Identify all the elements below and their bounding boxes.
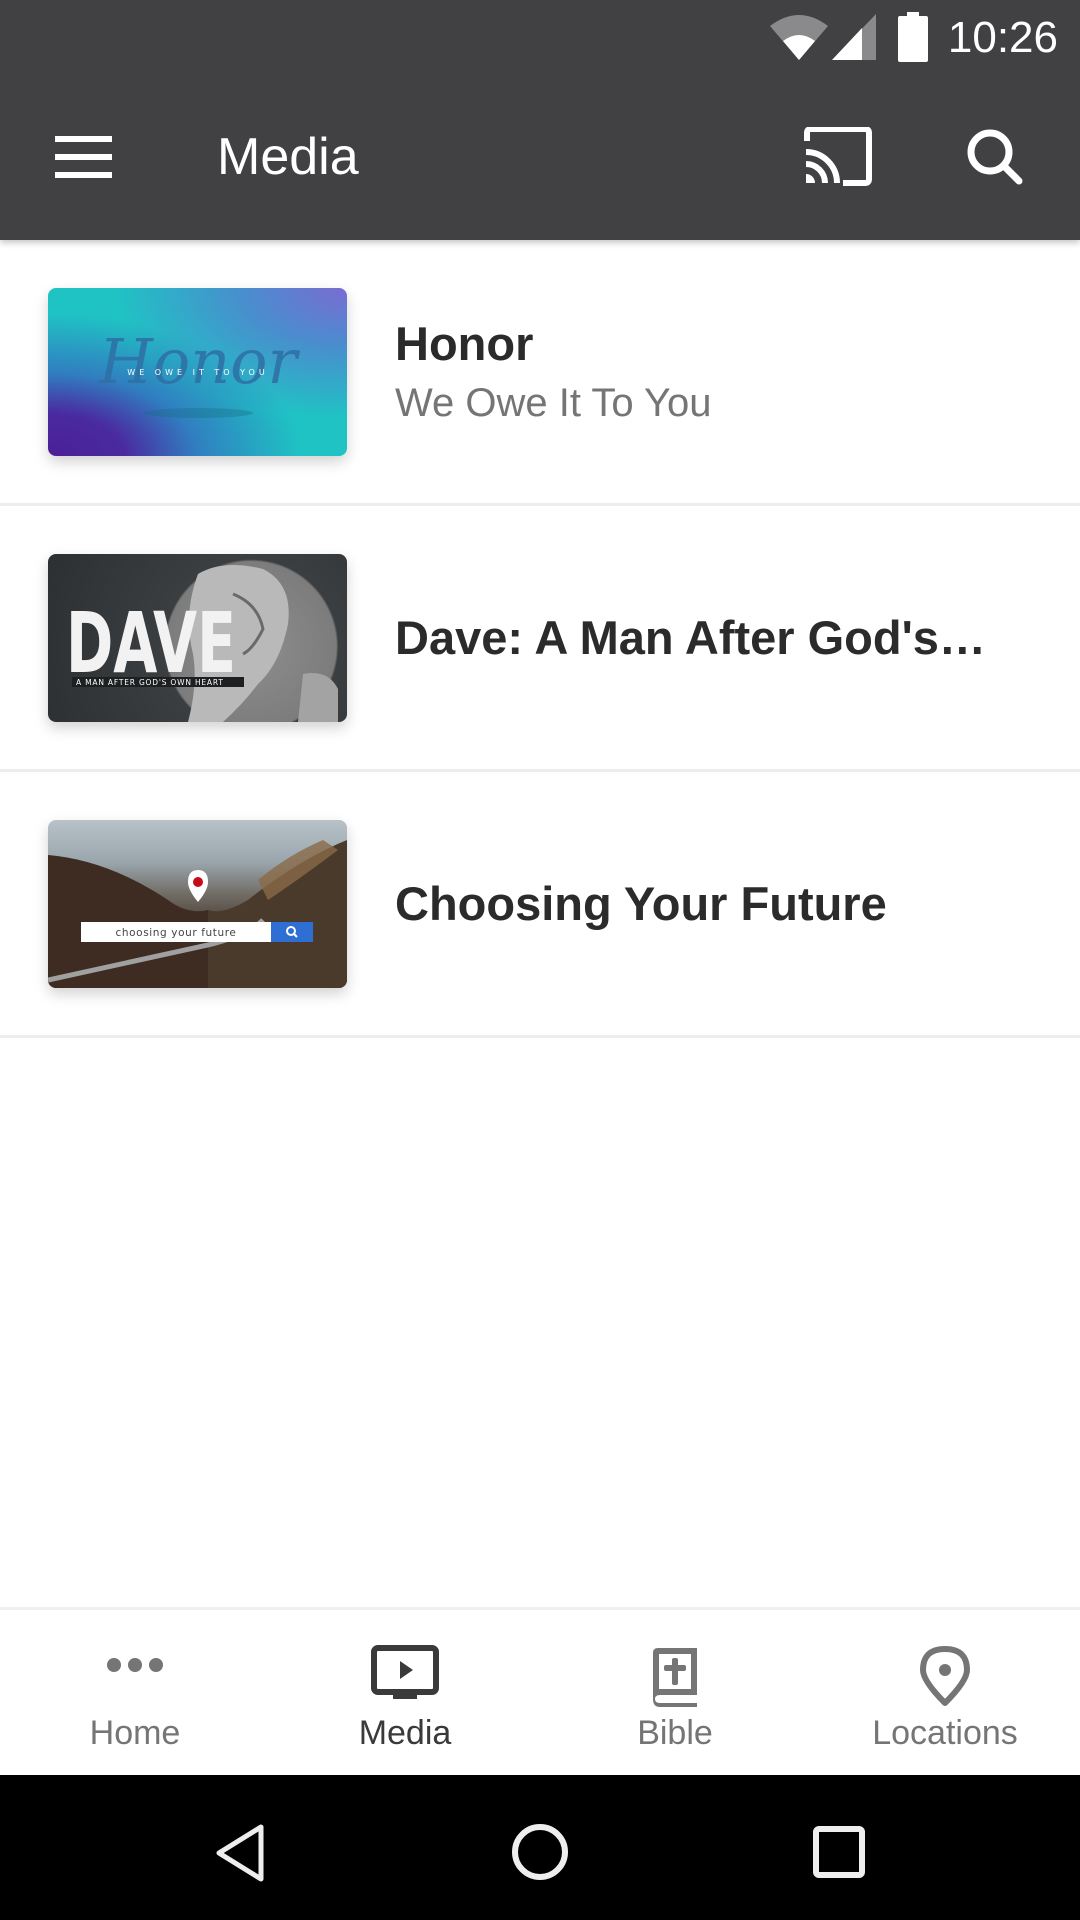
location-pin-icon	[920, 1646, 970, 1706]
hamburger-menu-icon[interactable]	[55, 136, 112, 178]
bottom-navigation: Home Media Bible Locations	[0, 1607, 1080, 1778]
media-thumbnail: Honor WE OWE IT TO YOU	[48, 288, 347, 456]
status-bar: 10:26	[0, 0, 1080, 75]
bible-icon	[653, 1648, 697, 1707]
battery-icon	[898, 12, 928, 62]
nav-item-media[interactable]: Media	[270, 1610, 540, 1778]
media-thumbnail: DAVE A MAN AFTER GOD'S OWN HEART	[48, 554, 347, 722]
thumbnail-search-text: choosing your future	[116, 927, 237, 939]
media-list-item-choosing-your-future[interactable]: choosing your future Choosing Your Futur…	[0, 772, 1080, 1038]
nav-item-locations[interactable]: Locations	[810, 1610, 1080, 1778]
media-list-item-honor[interactable]: Honor WE OWE IT TO YOU Honor We Owe It T…	[0, 240, 1080, 506]
media-title: Choosing Your Future	[395, 876, 887, 930]
back-icon[interactable]	[213, 1823, 265, 1883]
more-dots-icon	[107, 1658, 163, 1672]
cast-icon	[804, 126, 872, 186]
app-bar: 10:26 Media	[0, 0, 1080, 240]
media-title: Dave: A Man After God's…	[395, 610, 986, 664]
nav-label: Media	[358, 1714, 452, 1752]
nav-label: Locations	[872, 1714, 1018, 1752]
thumbnail-art: choosing your future	[48, 840, 347, 988]
media-subtitle: We Owe It To You	[395, 380, 712, 425]
recents-icon[interactable]	[813, 1826, 865, 1878]
media-thumbnail: choosing your future	[48, 820, 347, 988]
nav-item-home[interactable]: Home	[0, 1610, 270, 1778]
status-time: 10:26	[947, 13, 1058, 62]
thumbnail-sub-text: WE OWE IT TO YOU	[127, 368, 268, 377]
thumbnail-sub-text: A MAN AFTER GOD'S OWN HEART	[76, 678, 224, 687]
nav-label: Home	[89, 1714, 181, 1752]
system-navigation-bar	[0, 1775, 1080, 1920]
thumbnail-art: DAVE A MAN AFTER GOD'S OWN HEART	[66, 565, 338, 722]
nav-label: Bible	[637, 1714, 713, 1752]
search-icon	[967, 129, 1023, 185]
nav-item-bible[interactable]: Bible	[540, 1610, 810, 1778]
media-list-item-dave[interactable]: DAVE A MAN AFTER GOD'S OWN HEART Dave: A…	[0, 506, 1080, 772]
home-icon[interactable]	[510, 1822, 570, 1882]
page-title: Media	[217, 128, 359, 186]
wifi-icon	[770, 15, 828, 60]
media-list: Honor WE OWE IT TO YOU Honor We Owe It T…	[0, 240, 1080, 1038]
thumbnail-art: Honor WE OWE IT TO YOU	[98, 325, 301, 418]
search-button[interactable]	[965, 127, 1025, 187]
toolbar: Media	[0, 75, 1080, 240]
cast-button[interactable]	[803, 126, 873, 187]
media-title: Honor	[395, 316, 534, 370]
tv-play-icon	[371, 1645, 439, 1699]
thumbnail-main-text: Honor	[98, 325, 301, 398]
cell-signal-icon	[832, 14, 876, 60]
